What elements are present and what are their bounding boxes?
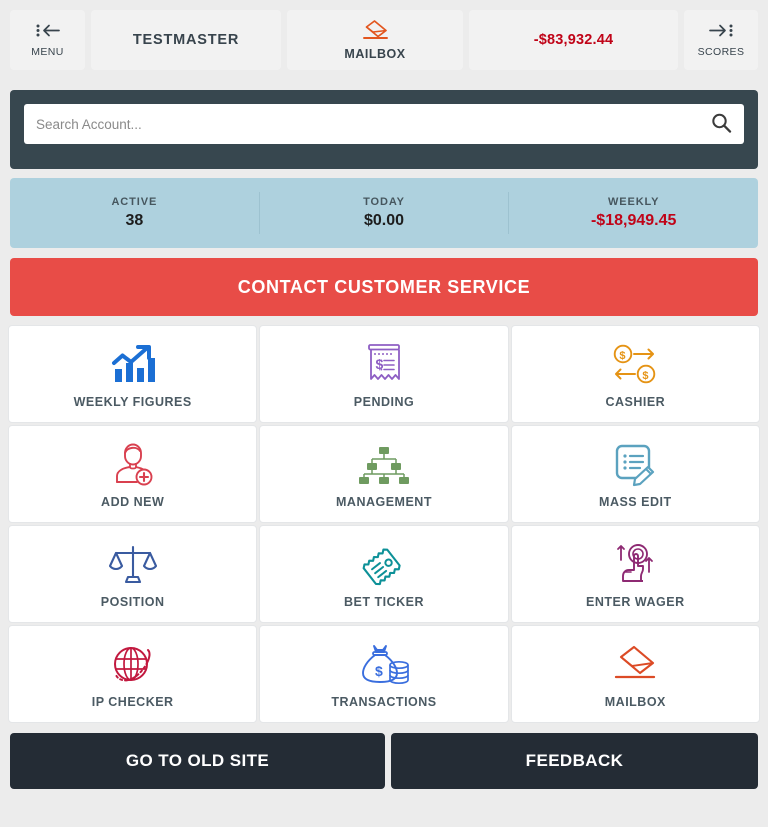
feedback-button[interactable]: FEEDBACK	[391, 733, 758, 789]
user-add-icon	[111, 439, 155, 491]
account-title-label: TESTMASTER	[132, 32, 240, 48]
tile-label: IP CHECKER	[91, 695, 174, 709]
tile-position[interactable]: POSITION	[8, 525, 258, 623]
tile-cashier[interactable]: $ $ CASHIER	[510, 325, 760, 423]
account-balance-button[interactable]: -$83,932.44	[469, 10, 678, 70]
tile-weekly-figures[interactable]: WEEKLY FIGURES	[8, 325, 258, 423]
receipt-dollar-icon: $	[362, 339, 406, 391]
balance-scales-icon	[108, 539, 157, 591]
stat-active-label: ACTIVE	[111, 196, 158, 208]
action-tile-grid: WEEKLY FIGURES $ PENDING $ $ CASHIER ADD…	[8, 325, 760, 723]
tile-bet-ticker[interactable]: BET TICKER	[259, 525, 509, 623]
svg-text:$: $	[620, 350, 626, 362]
coin-exchange-icon: $ $	[610, 339, 660, 391]
search-box[interactable]	[24, 104, 744, 144]
stat-today-value: $0.00	[363, 212, 405, 229]
scores-button-label: SCORES	[697, 46, 745, 58]
globe-orbit-icon	[110, 639, 156, 691]
tile-label: MAILBOX	[604, 695, 666, 709]
contact-customer-service-button[interactable]: CONTACT CUSTOMER SERVICE	[10, 258, 758, 316]
stat-today-label: TODAY	[363, 196, 405, 208]
menu-button-label: MENU	[31, 46, 64, 58]
search-panel	[10, 90, 758, 169]
tile-pending[interactable]: $ PENDING	[259, 325, 509, 423]
stat-weekly-label: WEEKLY	[607, 196, 660, 208]
tile-add-new[interactable]: ADD NEW	[8, 425, 258, 523]
hand-coin-icon	[612, 539, 658, 591]
svg-text:$: $	[375, 356, 383, 372]
go-to-old-site-button[interactable]: GO TO OLD SITE	[10, 733, 385, 789]
tile-label: MANAGEMENT	[336, 495, 432, 509]
mailbox-envelope-icon	[610, 639, 660, 691]
search-submit-button[interactable]	[710, 112, 732, 137]
search-icon	[710, 112, 732, 137]
tile-label: ADD NEW	[101, 495, 165, 509]
account-balance-value: -$83,932.44	[533, 32, 614, 48]
tile-label: MASS EDIT	[599, 495, 672, 509]
ticket-icon	[360, 539, 408, 591]
menu-button[interactable]: MENU	[10, 10, 85, 70]
tile-mass-edit[interactable]: MASS EDIT	[510, 425, 760, 523]
stat-weekly-value: -$18,949.45	[590, 212, 677, 229]
stat-active: ACTIVE 38	[10, 192, 259, 234]
menu-arrow-left-icon	[35, 22, 61, 44]
tile-label: POSITION	[100, 595, 165, 609]
mailbox-nav-button[interactable]: MAILBOX	[287, 10, 463, 70]
account-stats-bar: ACTIVE 38 TODAY $0.00 WEEKLY -$18,949.45	[10, 178, 758, 248]
tile-mailbox[interactable]: MAILBOX	[510, 625, 760, 723]
svg-text:$: $	[643, 370, 649, 382]
bar-chart-growth-icon	[109, 339, 157, 391]
money-bag-coins-icon: $	[359, 639, 409, 691]
footer-actions: GO TO OLD SITE FEEDBACK	[10, 733, 758, 789]
top-navigation-bar: MENU TESTMASTER MAILBOX -$83,932.44 SCOR…	[0, 0, 768, 80]
mailbox-nav-label: MAILBOX	[344, 47, 406, 61]
org-chart-icon	[358, 439, 409, 491]
tile-management[interactable]: MANAGEMENT	[259, 425, 509, 523]
tile-ip-checker[interactable]: IP CHECKER	[8, 625, 258, 723]
stat-weekly: WEEKLY -$18,949.45	[508, 192, 758, 234]
search-input[interactable]	[36, 116, 710, 132]
tile-label: TRANSACTIONS	[331, 695, 437, 709]
tile-label: PENDING	[353, 395, 415, 409]
scores-arrow-right-icon	[708, 22, 734, 44]
stat-today: TODAY $0.00	[258, 192, 509, 234]
svg-text:$: $	[375, 663, 383, 679]
tile-label: BET TICKER	[343, 595, 424, 609]
account-title-button[interactable]: TESTMASTER	[91, 10, 281, 70]
tile-enter-wager[interactable]: ENTER WAGER	[510, 525, 760, 623]
list-pencil-icon	[612, 439, 658, 491]
tile-transactions[interactable]: $ TRANSACTIONS	[259, 625, 509, 723]
stat-active-value: 38	[125, 212, 144, 229]
mailbox-envelope-icon	[360, 19, 390, 46]
tile-label: CASHIER	[605, 395, 666, 409]
tile-label: ENTER WAGER	[586, 595, 685, 609]
scores-button[interactable]: SCORES	[684, 10, 758, 70]
tile-label: WEEKLY FIGURES	[73, 395, 192, 409]
